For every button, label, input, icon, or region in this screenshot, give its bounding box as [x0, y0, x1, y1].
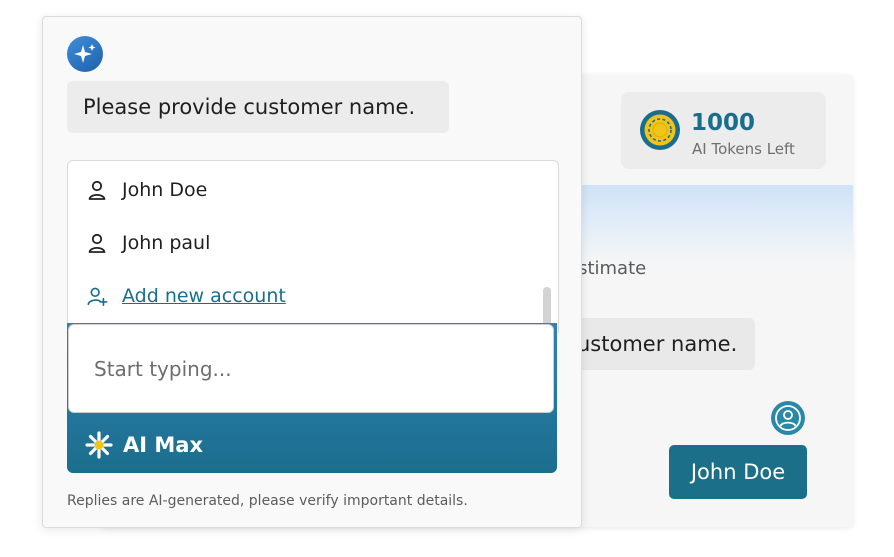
- tokens-count: 1000: [691, 110, 756, 136]
- brand-name: AI Max: [123, 433, 203, 457]
- dropdown-item-john-paul[interactable]: John paul: [86, 228, 210, 258]
- customer-dropdown: John Doe John paul Add new account: [67, 160, 559, 333]
- user-avatar-icon: [771, 401, 805, 435]
- ai-avatar: [67, 36, 103, 72]
- sparkle-icon: [74, 44, 96, 63]
- bot-message-bubble: ustomer name.: [567, 318, 755, 370]
- add-new-account-label: Add new account: [122, 285, 286, 307]
- tokens-label: AI Tokens Left: [692, 140, 795, 158]
- dropdown-item-label: John paul: [122, 232, 211, 254]
- disclaimer-text: Replies are AI-generated, please verify …: [67, 493, 468, 509]
- person-add-icon: [87, 287, 108, 306]
- person-icon: [88, 233, 106, 253]
- tokens-card: 1000 AI Tokens Left: [621, 92, 826, 169]
- dropdown-item-label: John Doe: [122, 179, 208, 201]
- chat-panel: Please provide customer name. John Doe J…: [42, 16, 582, 528]
- bot-message-text: ustomer name.: [577, 332, 738, 356]
- dropdown-item-john-doe[interactable]: John Doe: [86, 175, 207, 205]
- composer: AI Max: [67, 323, 557, 473]
- coin-icon: [640, 110, 680, 150]
- user-reply-button[interactable]: John Doe: [669, 445, 807, 499]
- message-input[interactable]: [68, 324, 554, 413]
- person-icon: [88, 180, 106, 200]
- ai-brand: AI Max: [85, 431, 203, 459]
- prompt-text: Please provide customer name.: [83, 95, 416, 119]
- add-new-account-link[interactable]: Add new account: [86, 281, 286, 311]
- sparkle-asterisk-icon: [85, 431, 113, 459]
- prompt-bubble: Please provide customer name.: [67, 81, 449, 133]
